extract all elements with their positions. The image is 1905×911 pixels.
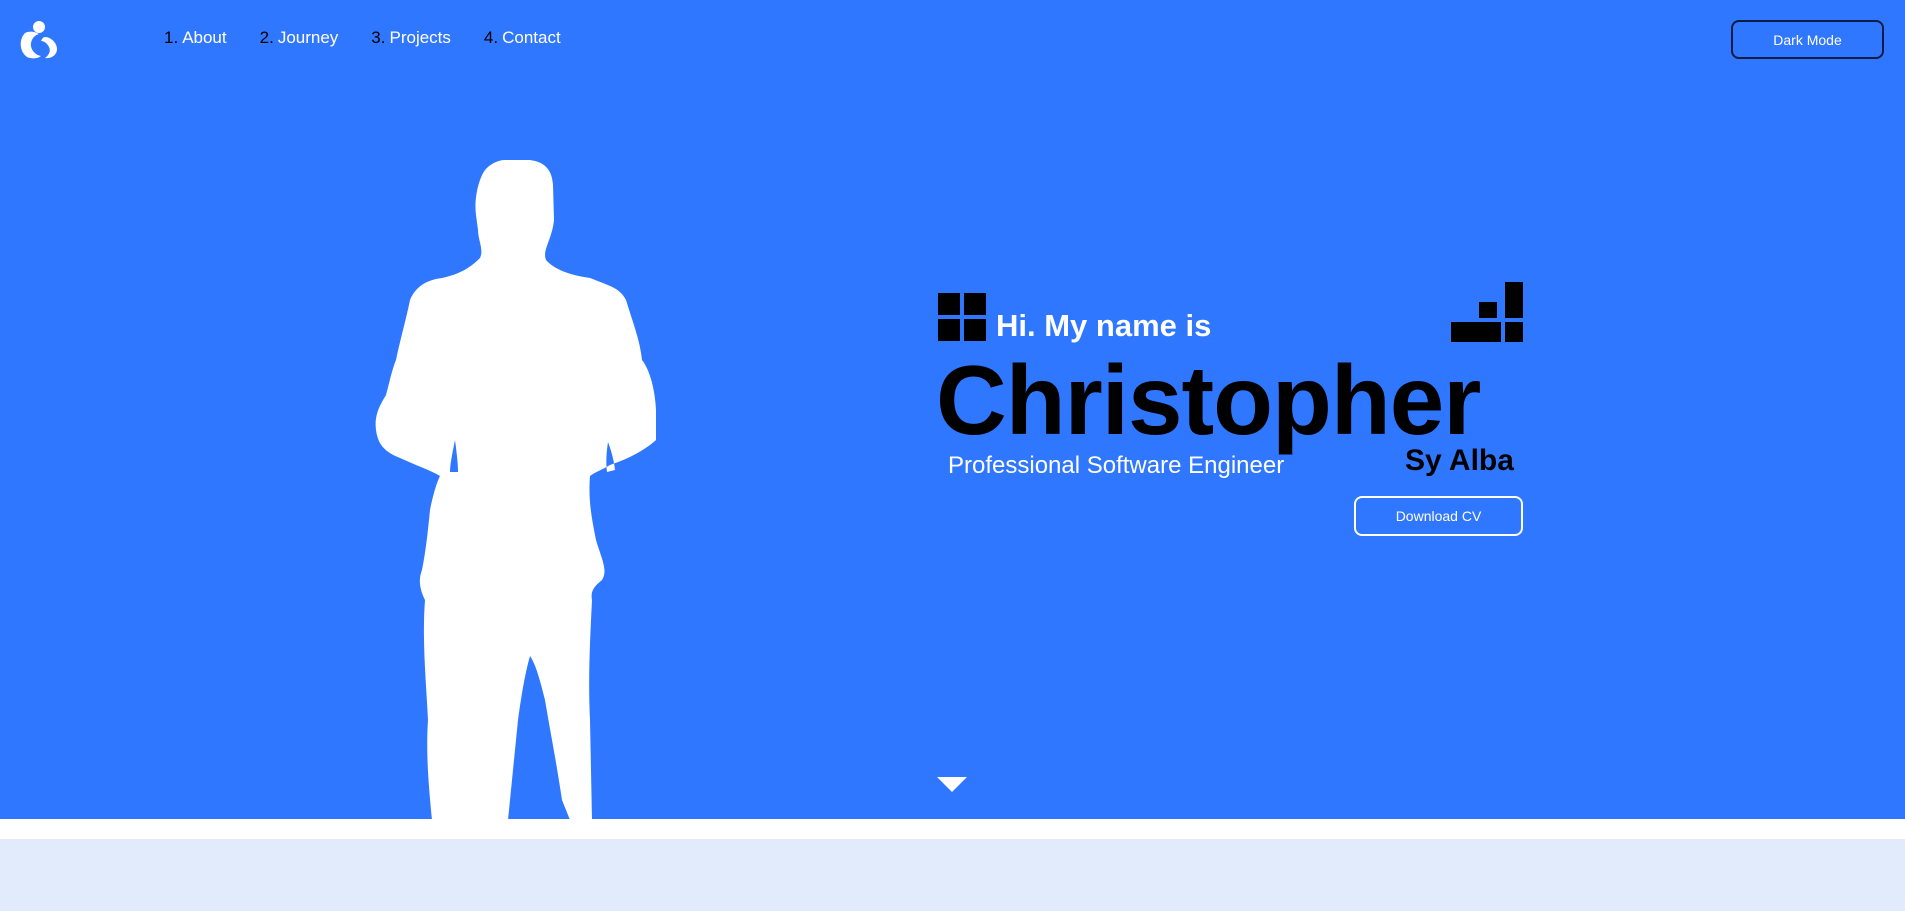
logo-icon[interactable]	[17, 19, 61, 59]
dark-mode-button[interactable]: Dark Mode	[1731, 20, 1884, 59]
nav-label: Journey	[277, 28, 339, 47]
nav-item-contact[interactable]: 4. Contact	[484, 28, 561, 48]
nav-item-about[interactable]: 1. About	[164, 28, 227, 48]
main-nav: 1. About 2. Journey 3. Projects 4. Contact	[164, 28, 594, 48]
hero-section: 1. About 2. Journey 3. Projects 4. Contact D…	[0, 0, 1905, 819]
section-divider	[0, 819, 1905, 839]
nav-number: 3.	[371, 28, 386, 47]
nav-label: About	[182, 28, 227, 47]
nav-number: 1.	[164, 28, 179, 47]
down-arrow-icon[interactable]	[937, 777, 967, 792]
grid-blocks-icon	[938, 293, 986, 341]
stair-blocks-icon	[1451, 282, 1523, 342]
nav-number: 4.	[483, 28, 499, 47]
nav-item-projects[interactable]: 3. Projects	[371, 28, 451, 48]
nav-item-journey[interactable]: 2. Journey	[260, 28, 339, 48]
nav-number: 2.	[259, 28, 274, 47]
nav-label: Projects	[389, 28, 451, 47]
about-section	[0, 839, 1905, 911]
download-cv-button[interactable]: Download CV	[1354, 496, 1523, 536]
hero-role: Professional Software Engineer	[948, 452, 1285, 479]
hero-greeting: Hi. My name is	[996, 308, 1212, 343]
person-silhouette-icon	[375, 160, 656, 819]
hero-first-name: Christopher	[936, 345, 1481, 455]
nav-label: Contact	[502, 28, 561, 47]
hero-last-name: Sy Alba	[1405, 444, 1514, 477]
